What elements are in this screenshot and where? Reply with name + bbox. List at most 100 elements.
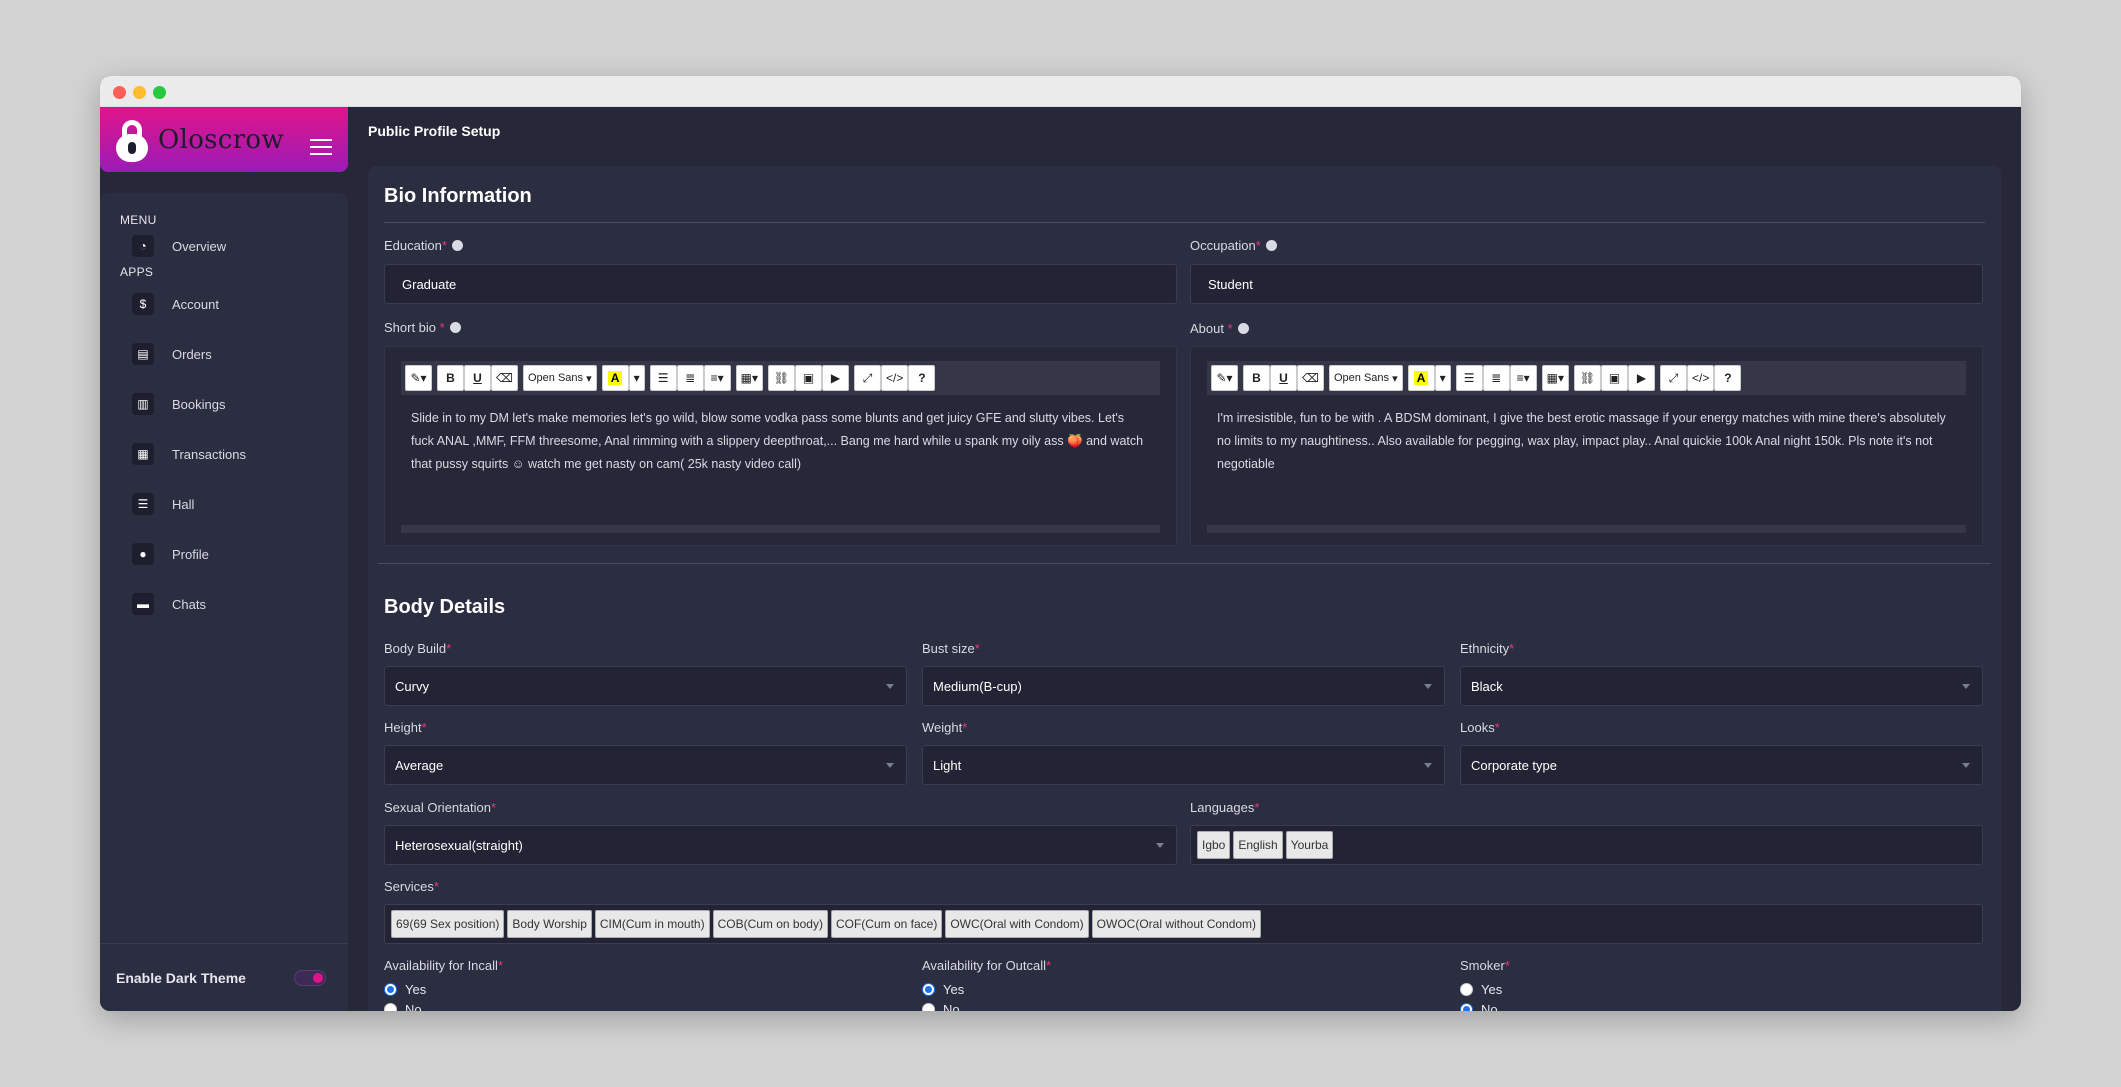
service-tag[interactable]: 69(69 Sex position) bbox=[391, 910, 505, 938]
services-tag-input[interactable]: 69(69 Sex position) Body Worship CIM(Cum… bbox=[384, 904, 1983, 944]
sidebar-item-chats[interactable]: ▬ Chats bbox=[100, 579, 348, 629]
close-window-button[interactable] bbox=[113, 86, 126, 99]
info-icon[interactable] bbox=[451, 240, 463, 251]
occupation-input[interactable]: Student bbox=[1190, 264, 1983, 304]
align-icon[interactable]: ≡▾ bbox=[1509, 365, 1537, 391]
help-icon[interactable]: ? bbox=[1714, 365, 1742, 391]
editor-toolbar: ✎▾ B U ⌫ Open Sans ▾ A ▾ ☰ ≣ ≡▾ ▦▾ ⛓ ▣ ▶… bbox=[1207, 361, 1966, 395]
fullscreen-icon[interactable]: ⤢ bbox=[1660, 365, 1688, 391]
editor-resize-bar[interactable] bbox=[1207, 525, 1966, 533]
about-editor[interactable]: ✎▾ B U ⌫ Open Sans ▾ A ▾ ☰ ≣ ≡▾ ▦▾ ⛓ ▣ ▶… bbox=[1190, 346, 1983, 546]
fullscreen-icon[interactable]: ⤢ bbox=[854, 365, 882, 391]
code-view-icon[interactable]: </> bbox=[1687, 365, 1715, 391]
bullet-list-icon[interactable]: ☰ bbox=[1455, 365, 1483, 391]
sidebar-item-label: Orders bbox=[172, 346, 212, 362]
magic-wand-icon[interactable]: ✎▾ bbox=[405, 365, 432, 391]
ethnicity-label: Ethnicity* bbox=[1460, 641, 1515, 656]
video-icon[interactable]: ▶ bbox=[1628, 365, 1656, 391]
bold-button[interactable]: B bbox=[437, 365, 464, 391]
text-color-button[interactable]: A bbox=[601, 365, 629, 391]
sexual-orientation-select[interactable]: Heterosexual(straight) bbox=[384, 825, 1177, 865]
align-icon[interactable]: ≡▾ bbox=[703, 365, 731, 391]
language-tag[interactable]: Igbo bbox=[1197, 831, 1231, 859]
sidebar-item-profile[interactable]: ● Profile bbox=[100, 529, 348, 579]
body-build-select[interactable]: Curvy bbox=[384, 666, 907, 706]
about-text[interactable]: I'm irresistible, fun to be with . A BDS… bbox=[1217, 407, 1956, 476]
short-bio-editor[interactable]: ✎▾ B U ⌫ Open Sans ▾ A ▾ ☰ ≣ ≡▾ ▦▾ ⛓ ▣ ▶… bbox=[384, 346, 1177, 546]
text-color-dropdown[interactable]: ▾ bbox=[628, 365, 645, 391]
short-bio-label: Short bio * bbox=[384, 320, 461, 335]
underline-button[interactable]: U bbox=[1270, 365, 1297, 391]
chevron-down-icon bbox=[1424, 763, 1432, 768]
minimize-window-button[interactable] bbox=[133, 86, 146, 99]
info-icon[interactable] bbox=[449, 322, 461, 333]
underline-button[interactable]: U bbox=[464, 365, 491, 391]
sidebar-item-bookings[interactable]: ▥ Bookings bbox=[100, 379, 348, 429]
sidebar-item-label: Transactions bbox=[172, 446, 246, 462]
image-icon[interactable]: ▣ bbox=[795, 365, 823, 391]
bust-size-select[interactable]: Medium(B-cup) bbox=[922, 666, 1445, 706]
bullet-list-icon[interactable]: ☰ bbox=[649, 365, 677, 391]
dark-theme-toggle[interactable] bbox=[294, 970, 326, 986]
maximize-window-button[interactable] bbox=[153, 86, 166, 99]
looks-select[interactable]: Corporate type bbox=[1460, 745, 1983, 785]
font-family-dropdown[interactable]: Open Sans ▾ bbox=[523, 365, 597, 391]
eraser-icon[interactable]: ⌫ bbox=[1297, 365, 1324, 391]
info-icon[interactable] bbox=[1237, 323, 1249, 334]
link-icon[interactable]: ⛓ bbox=[1574, 365, 1602, 391]
outcall-yes-radio[interactable]: Yes bbox=[922, 982, 964, 997]
page-header: Public Profile Setup bbox=[348, 107, 2021, 155]
text-color-dropdown[interactable]: ▾ bbox=[1434, 365, 1451, 391]
apps-heading: APPS bbox=[120, 265, 154, 279]
service-tag[interactable]: CIM(Cum in mouth) bbox=[594, 910, 710, 938]
editor-resize-bar[interactable] bbox=[401, 525, 1160, 533]
sidebar-item-orders[interactable]: ▤ Orders bbox=[100, 329, 348, 379]
language-tag[interactable]: Yourba bbox=[1285, 831, 1334, 859]
education-input[interactable]: Graduate bbox=[384, 264, 1177, 304]
numbered-list-icon[interactable]: ≣ bbox=[676, 365, 704, 391]
sidebar-item-hall[interactable]: ☰ Hall bbox=[100, 479, 348, 529]
radio-checked-icon bbox=[384, 983, 397, 996]
smoker-yes-radio[interactable]: Yes bbox=[1460, 982, 1502, 997]
weight-select[interactable]: Light bbox=[922, 745, 1445, 785]
sidebar-item-overview[interactable]: ◔ Overview bbox=[100, 227, 348, 265]
bio-section-title: Bio Information bbox=[384, 185, 532, 207]
outcall-no-radio[interactable]: No bbox=[922, 1002, 960, 1011]
image-icon[interactable]: ▣ bbox=[1601, 365, 1629, 391]
sidebar-item-account[interactable]: $ Account bbox=[100, 279, 348, 329]
sidebar-item-label: Overview bbox=[172, 238, 227, 254]
language-tag[interactable]: English bbox=[1233, 831, 1283, 859]
service-tag[interactable]: OWC(Oral with Condom) bbox=[945, 910, 1089, 938]
sidebar-item-transactions[interactable]: ▦ Transactions bbox=[100, 429, 348, 479]
video-icon[interactable]: ▶ bbox=[822, 365, 850, 391]
eraser-icon[interactable]: ⌫ bbox=[491, 365, 518, 391]
radio-unchecked-icon bbox=[384, 1003, 397, 1011]
service-tag[interactable]: COF(Cum on face) bbox=[830, 910, 943, 938]
table-icon[interactable]: ▦▾ bbox=[1541, 365, 1570, 391]
hamburger-menu-icon[interactable] bbox=[310, 139, 332, 160]
service-tag[interactable]: COB(Cum on body) bbox=[712, 910, 828, 938]
sidebar-panel: MENU ◔ Overview APPS $ Account ▤ Orders … bbox=[100, 193, 348, 1011]
body-section-title: Body Details bbox=[384, 596, 506, 618]
font-family-dropdown[interactable]: Open Sans ▾ bbox=[1329, 365, 1403, 391]
languages-tag-input[interactable]: Igbo English Yourba bbox=[1190, 825, 1983, 865]
smoker-no-radio[interactable]: No bbox=[1460, 1002, 1498, 1011]
numbered-list-icon[interactable]: ≣ bbox=[1482, 365, 1510, 391]
bold-button[interactable]: B bbox=[1243, 365, 1270, 391]
help-icon[interactable]: ? bbox=[908, 365, 936, 391]
height-select[interactable]: Average bbox=[384, 745, 907, 785]
code-view-icon[interactable]: </> bbox=[881, 365, 909, 391]
incall-yes-radio[interactable]: Yes bbox=[384, 982, 426, 997]
brand-name: Oloscrow bbox=[158, 124, 284, 155]
table-icon[interactable]: ▦▾ bbox=[735, 365, 764, 391]
short-bio-text[interactable]: Slide in to my DM let's make memories le… bbox=[411, 407, 1150, 476]
text-color-button[interactable]: A bbox=[1407, 365, 1435, 391]
service-tag[interactable]: OWOC(Oral without Condom) bbox=[1091, 910, 1262, 938]
incall-no-radio[interactable]: No bbox=[384, 1002, 422, 1011]
service-tag[interactable]: Body Worship bbox=[507, 910, 592, 938]
receipt-icon: ▦ bbox=[132, 443, 154, 465]
info-icon[interactable] bbox=[1265, 240, 1277, 251]
magic-wand-icon[interactable]: ✎▾ bbox=[1211, 365, 1238, 391]
ethnicity-select[interactable]: Black bbox=[1460, 666, 1983, 706]
link-icon[interactable]: ⛓ bbox=[768, 365, 796, 391]
